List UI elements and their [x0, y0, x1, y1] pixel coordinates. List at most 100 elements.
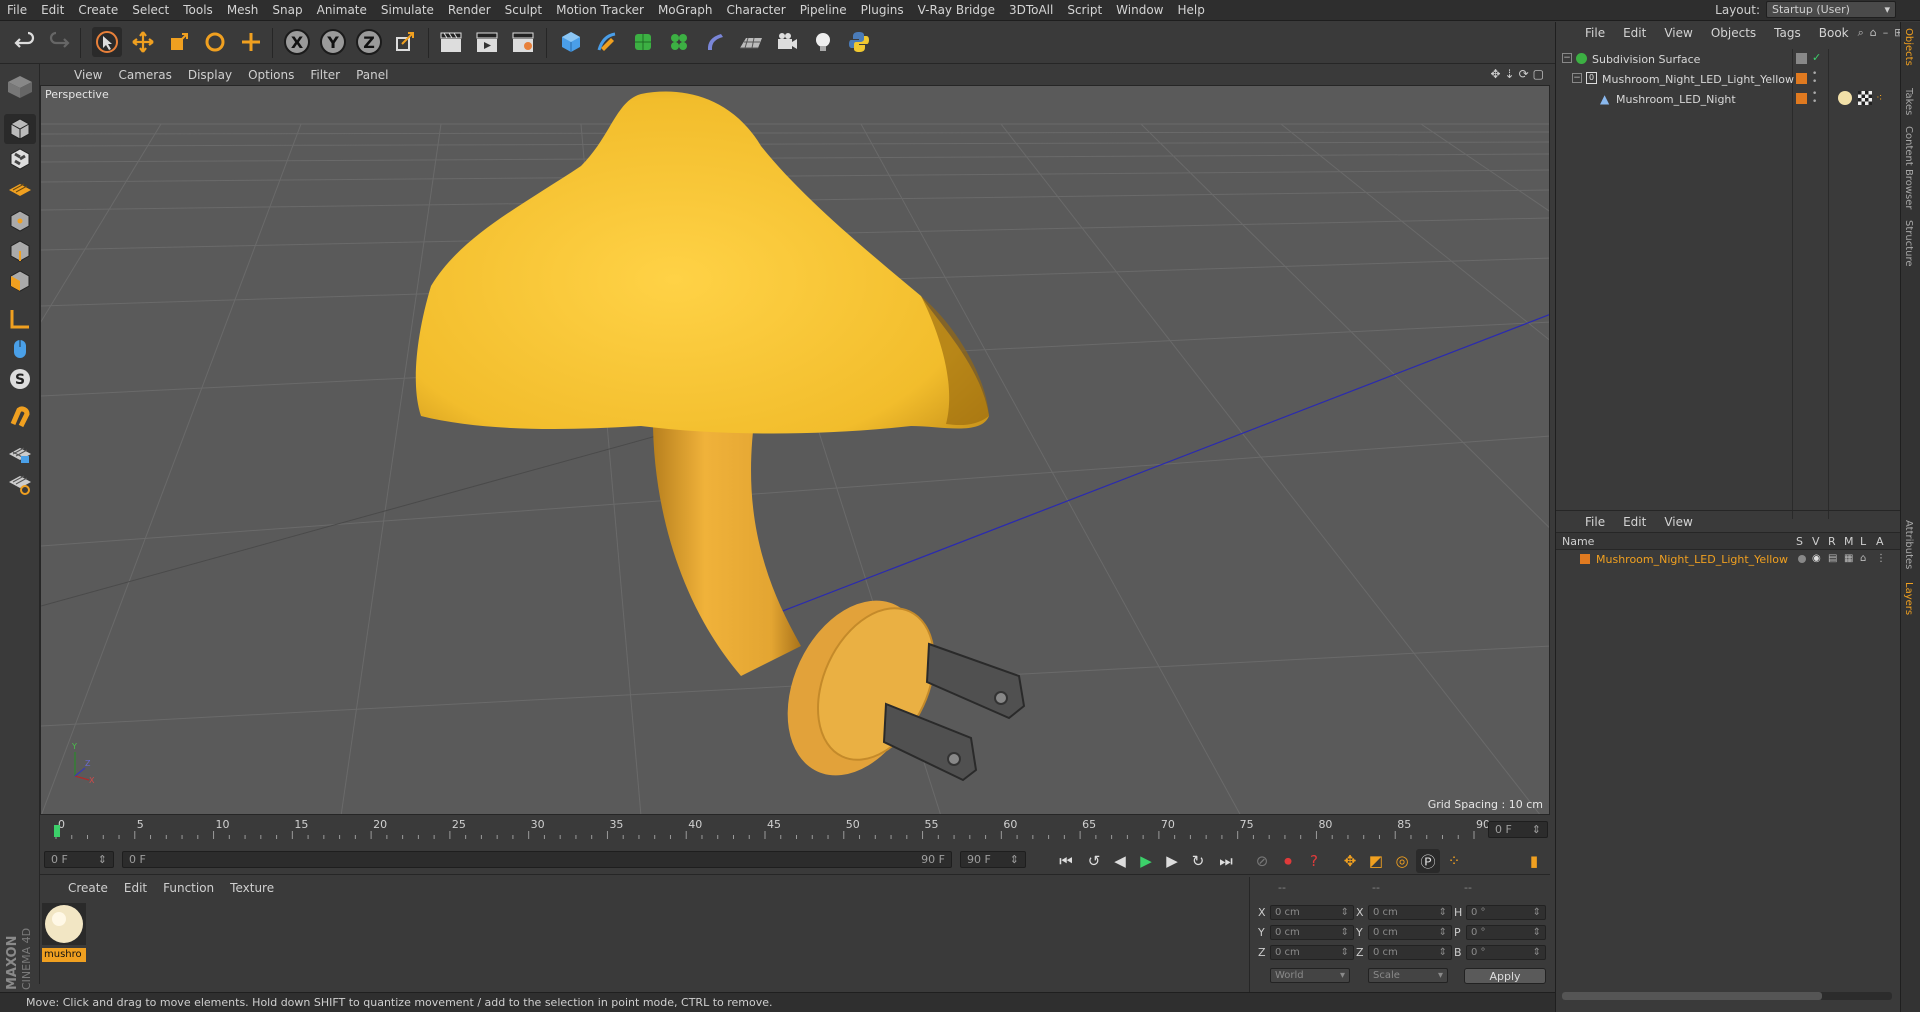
subdivision-surface-button[interactable]: [628, 27, 658, 57]
menu-motion-tracker[interactable]: Motion Tracker: [549, 3, 651, 17]
material-menu-texture[interactable]: Texture: [222, 881, 282, 895]
edges-mode-button[interactable]: [4, 236, 36, 266]
render-settings-button[interactable]: [508, 27, 538, 57]
scrollbar-thumb[interactable]: [1562, 992, 1822, 1000]
key-parameter-button[interactable]: Ⓟ: [1416, 849, 1440, 873]
next-frame-button[interactable]: ▶: [1160, 849, 1184, 873]
minimize-icon[interactable]: –: [1883, 26, 1889, 40]
previous-frame-button[interactable]: ◀: [1108, 849, 1132, 873]
menu-mesh[interactable]: Mesh: [220, 3, 266, 17]
floor-button[interactable]: [736, 27, 766, 57]
render-to-picture-viewer-button[interactable]: [472, 27, 502, 57]
layout-dropdown[interactable]: Startup (User) ▾: [1766, 1, 1896, 18]
viewport-menu-panel[interactable]: Panel: [348, 68, 396, 82]
menu-window[interactable]: Window: [1109, 3, 1170, 17]
menu-edit[interactable]: Edit: [34, 3, 71, 17]
coordinate-mode-dropdown[interactable]: World ▾: [1270, 968, 1350, 983]
visibility-dots-icon[interactable]: • •: [1812, 70, 1817, 87]
visibility-dots-icon[interactable]: • •: [1812, 90, 1817, 107]
menu-animate[interactable]: Animate: [310, 3, 374, 17]
key-pla-button[interactable]: ⁘: [1442, 849, 1466, 873]
layer-menu-file[interactable]: File: [1576, 515, 1614, 529]
obj-menu-objects[interactable]: Objects: [1702, 26, 1765, 40]
rotation-p-field[interactable]: 0 ° ⇕: [1466, 925, 1546, 940]
key-scale-button[interactable]: ◩: [1364, 849, 1388, 873]
coordinate-system-button[interactable]: [390, 27, 420, 57]
viewport-menu-display[interactable]: Display: [180, 68, 240, 82]
layer-name[interactable]: Mushroom_Night_LED_Light_Yellow: [1596, 553, 1788, 566]
size-mode-dropdown[interactable]: Scale ▾: [1368, 968, 1448, 983]
tree-item-mushroom-night-led-light-yellow[interactable]: − 0 Mushroom_Night_LED_Light_Yellow • •: [1556, 69, 1901, 89]
position-z-field[interactable]: 0 cm ⇕: [1270, 945, 1354, 960]
autokeying-button[interactable]: ⏺: [1276, 849, 1300, 873]
layer-color-swatch[interactable]: [1580, 554, 1590, 564]
go-to-end-button[interactable]: ⏭: [1214, 849, 1238, 873]
live-selection-button[interactable]: [92, 27, 122, 57]
record-keys-button[interactable]: ⊘: [1250, 849, 1274, 873]
size-z-field[interactable]: 0 cm ⇕: [1368, 945, 1452, 960]
eye-icon[interactable]: ◉: [1812, 553, 1821, 564]
material-menu-edit[interactable]: Edit: [116, 881, 155, 895]
move-tool-button[interactable]: [128, 27, 158, 57]
pen-spline-button[interactable]: [592, 27, 622, 57]
dolly-icon[interactable]: ⇣: [1505, 67, 1515, 81]
keyframe-selection-button[interactable]: ?: [1302, 849, 1326, 873]
snap-button[interactable]: [4, 402, 36, 432]
tab-attributes[interactable]: Attributes: [1903, 520, 1914, 569]
undo-button[interactable]: [10, 27, 40, 57]
workplane-mode-button[interactable]: [4, 174, 36, 204]
solo-button[interactable]: S: [4, 364, 36, 394]
playhead[interactable]: [54, 825, 60, 837]
planar-workplane-button[interactable]: [4, 468, 36, 498]
texture-tag-icon[interactable]: [1858, 91, 1872, 105]
orbit-icon[interactable]: ⟳: [1519, 67, 1529, 81]
material-tag-icon[interactable]: [1838, 91, 1852, 105]
menu-script[interactable]: Script: [1060, 3, 1109, 17]
tweak-mode-button[interactable]: [4, 334, 36, 364]
size-y-field[interactable]: 0 cm ⇕: [1368, 925, 1452, 940]
position-x-field[interactable]: 0 cm ⇕: [1270, 905, 1354, 920]
z-axis-button[interactable]: Z: [354, 27, 384, 57]
key-rotation-button[interactable]: ◎: [1390, 849, 1414, 873]
x-axis-button[interactable]: X: [282, 27, 312, 57]
tree-item-subdivision-surface[interactable]: − Subdivision Surface ✓: [1556, 49, 1901, 69]
viewport-menu-cameras[interactable]: Cameras: [110, 68, 179, 82]
obj-menu-edit[interactable]: Edit: [1614, 26, 1655, 40]
workplane-lock-button[interactable]: [4, 438, 36, 468]
phong-tag-icon[interactable]: ⁖: [1876, 91, 1882, 104]
menu-tools[interactable]: Tools: [176, 3, 220, 17]
material-menu-function[interactable]: Function: [155, 881, 222, 895]
tab-content-browser[interactable]: Content Browser: [1903, 126, 1914, 209]
end-frame-field[interactable]: 90 F ⇕: [960, 851, 1026, 868]
camera-button[interactable]: [772, 27, 802, 57]
menu-help[interactable]: Help: [1170, 3, 1211, 17]
go-to-start-button[interactable]: ⏮: [1054, 849, 1078, 873]
apply-button[interactable]: Apply: [1464, 968, 1546, 984]
deformer-button[interactable]: [700, 27, 730, 57]
pan-icon[interactable]: ✥: [1490, 67, 1500, 81]
key-position-button[interactable]: ✥: [1338, 849, 1362, 873]
3d-viewport[interactable]: Y X Z Perspective Grid Spacing : 10 cm: [40, 85, 1550, 815]
menu-create[interactable]: Create: [71, 3, 125, 17]
viewport-menu-filter[interactable]: Filter: [302, 68, 348, 82]
menu-character[interactable]: Character: [719, 3, 792, 17]
tree-item-mushroom-led-night[interactable]: ▲ Mushroom_LED_Night • • ⁖: [1556, 89, 1901, 109]
manager-icon[interactable]: ▦: [1844, 553, 1853, 564]
scale-tool-button[interactable]: [164, 27, 194, 57]
viewport-menu-options[interactable]: Options: [240, 68, 302, 82]
horizontal-scrollbar[interactable]: [1562, 992, 1892, 1000]
material-swatch[interactable]: mushro: [42, 903, 86, 962]
tab-objects[interactable]: Objects: [1903, 28, 1914, 66]
rotation-b-field[interactable]: 0 ° ⇕: [1466, 945, 1546, 960]
obj-menu-view[interactable]: View: [1655, 26, 1701, 40]
menu-pipeline[interactable]: Pipeline: [793, 3, 854, 17]
frame-range-slider[interactable]: 0 F 90 F: [122, 851, 952, 868]
menu-3dtoall[interactable]: 3DToAll: [1002, 3, 1060, 17]
search-icon[interactable]: ⌕: [1858, 26, 1864, 40]
size-x-field[interactable]: 0 cm ⇕: [1368, 905, 1452, 920]
collapse-icon[interactable]: −: [1572, 73, 1582, 83]
obj-menu-file[interactable]: File: [1576, 26, 1614, 40]
layer-menu-edit[interactable]: Edit: [1614, 515, 1655, 529]
rotation-h-field[interactable]: 0 ° ⇕: [1466, 905, 1546, 920]
light-button[interactable]: [808, 27, 838, 57]
